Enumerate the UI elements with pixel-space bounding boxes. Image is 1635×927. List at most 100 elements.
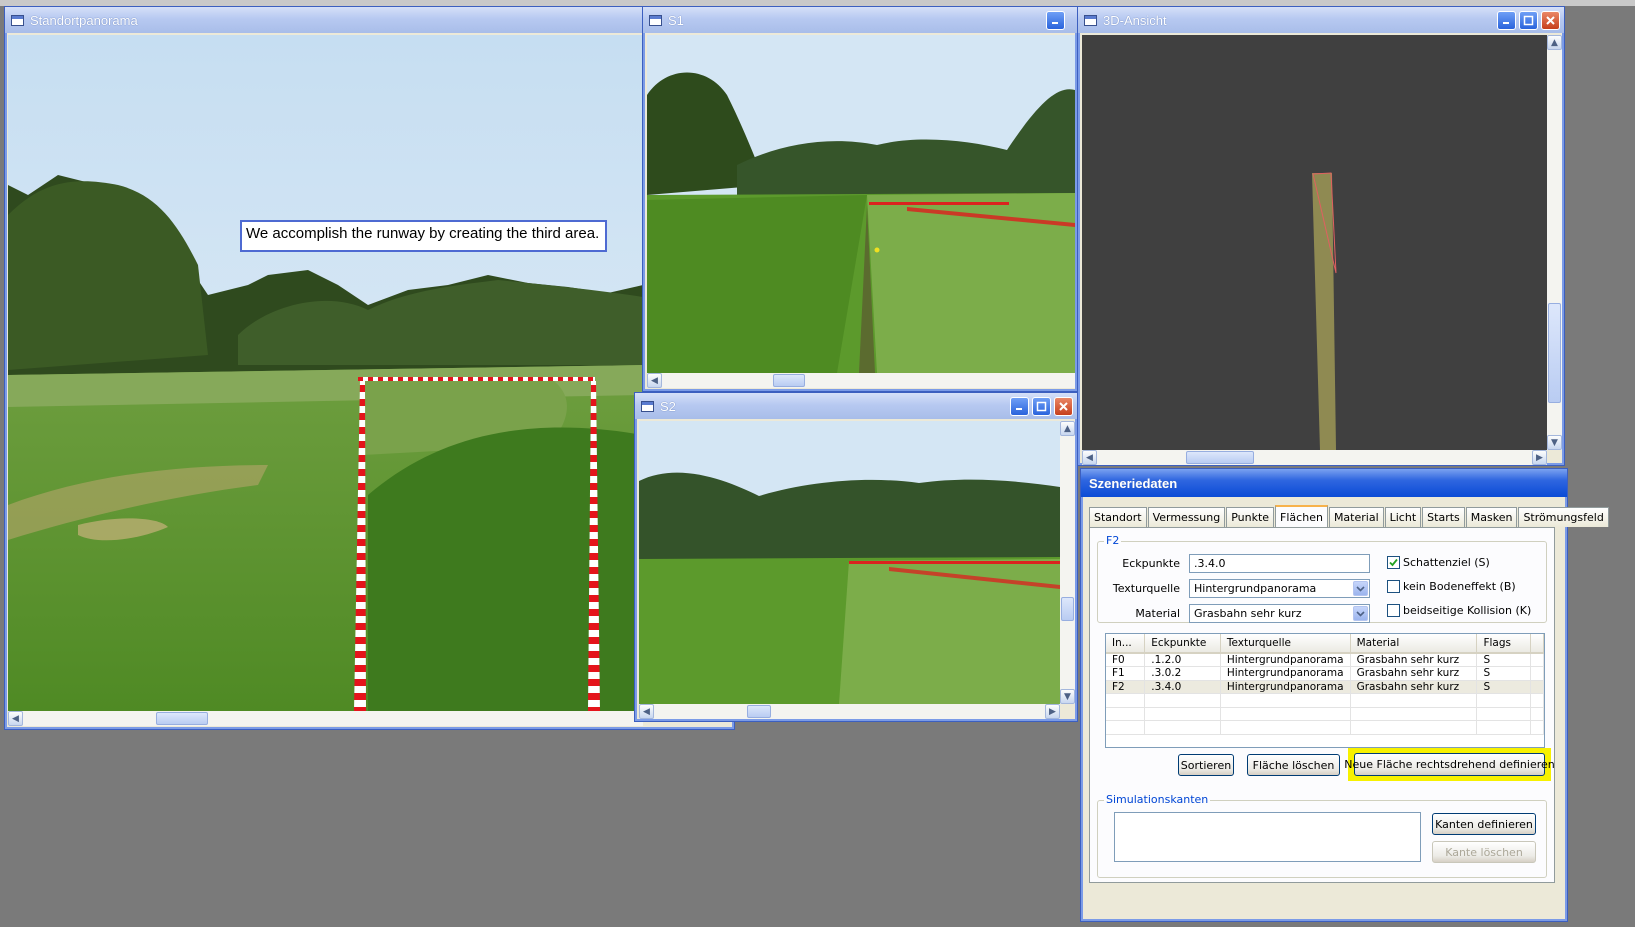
- s1-view[interactable]: [647, 35, 1075, 373]
- window-szeneriedaten: Szeneriedaten Standort Vermessung Punkte…: [1080, 468, 1609, 922]
- minimize-button[interactable]: [1046, 11, 1065, 30]
- horizontal-scrollbar[interactable]: ◀: [647, 373, 1075, 388]
- table-row-empty: [1106, 693, 1544, 708]
- table-cell: F1: [1106, 666, 1146, 681]
- window-title: 3D-Ansicht: [1103, 12, 1167, 28]
- table-cell: [1530, 666, 1544, 681]
- eckpunkte-input[interactable]: .3.4.0: [1189, 554, 1370, 573]
- checkbox-box[interactable]: [1387, 604, 1400, 617]
- tape-top: [358, 377, 595, 381]
- table-cell: F0: [1106, 653, 1146, 667]
- checkbox-kein-bodeneffekt[interactable]: kein Bodeneffekt (B): [1387, 580, 1516, 593]
- column-header[interactable]: Texturquelle: [1220, 634, 1351, 654]
- titlebar-standortpanorama[interactable]: Standortpanorama: [5, 7, 734, 33]
- tab-stroemungsfeld[interactable]: Strömungsfeld: [1518, 507, 1609, 527]
- table-cell: Grasbahn sehr kurz: [1350, 653, 1478, 667]
- titlebar-3d-ansicht[interactable]: 3D-Ansicht: [1078, 7, 1564, 33]
- minimize-button[interactable]: [1010, 397, 1029, 416]
- window-title: Standortpanorama: [30, 12, 138, 28]
- horizontal-scrollbar[interactable]: ◀ ▶: [1082, 450, 1547, 465]
- chevron-down-icon[interactable]: [1353, 581, 1368, 596]
- sortieren-button[interactable]: Sortieren: [1178, 754, 1234, 776]
- scroll-thumb[interactable]: [1061, 597, 1074, 621]
- titlebar-szeneriedaten[interactable]: Szeneriedaten: [1081, 469, 1567, 497]
- scroll-down-button[interactable]: ▼: [1060, 689, 1075, 704]
- tab-punkte[interactable]: Punkte: [1226, 507, 1275, 527]
- tab-material[interactable]: Material: [1328, 507, 1384, 527]
- flaechen-table[interactable]: In... Eckpunkte Texturquelle Material Fl…: [1105, 633, 1545, 748]
- flaeche-loeschen-button[interactable]: Fläche löschen: [1247, 754, 1340, 776]
- scroll-right-button[interactable]: ▶: [1045, 704, 1060, 719]
- texturquelle-select[interactable]: Hintergrundpanorama: [1189, 579, 1370, 598]
- checkbox-schattenziel[interactable]: Schattenziel (S): [1387, 556, 1490, 569]
- scroll-left-button[interactable]: ◀: [8, 711, 23, 726]
- horizontal-scrollbar[interactable]: ◀: [8, 711, 643, 726]
- maximize-button[interactable]: [1519, 11, 1538, 30]
- eckpunkte-label: Eckpunkte: [1122, 557, 1180, 570]
- scroll-thumb[interactable]: [156, 712, 208, 725]
- column-header[interactable]: Eckpunkte: [1144, 634, 1221, 654]
- window-icon: [1084, 14, 1097, 26]
- tab-vermessung[interactable]: Vermessung: [1147, 507, 1226, 527]
- neue-flaeche-button[interactable]: Neue Fläche rechtsdrehend definieren: [1344, 753, 1555, 776]
- column-header-filler: [1530, 634, 1544, 654]
- close-button[interactable]: [1054, 397, 1073, 416]
- scroll-down-button[interactable]: ▼: [1547, 435, 1562, 450]
- checkbox-box[interactable]: [1387, 556, 1400, 569]
- simulationskanten-list[interactable]: [1114, 812, 1421, 862]
- scroll-up-button[interactable]: ▲: [1547, 35, 1562, 50]
- close-button[interactable]: [1541, 11, 1560, 30]
- scroll-thumb[interactable]: [773, 374, 805, 387]
- runway-3d: [1312, 173, 1336, 450]
- kante-loeschen-button[interactable]: Kante löschen: [1432, 841, 1536, 863]
- table-row[interactable]: F0 .1.2.0 Hintergrundpanorama Grasbahn s…: [1106, 653, 1544, 667]
- tab-bar: Standort Vermessung Punkte Flächen Mater…: [1089, 505, 1610, 527]
- s1-image: [647, 35, 1075, 373]
- vertical-scrollbar[interactable]: ▲ ▼: [1547, 35, 1562, 450]
- tab-starts[interactable]: Starts: [1422, 507, 1465, 527]
- scroll-left-button[interactable]: ◀: [1082, 450, 1097, 465]
- checkbox-box[interactable]: [1387, 580, 1400, 593]
- vertical-scrollbar[interactable]: ▲ ▼: [1060, 421, 1075, 704]
- close-icon: [1059, 402, 1068, 411]
- s2-image: [639, 421, 1060, 704]
- material-select[interactable]: Grasbahn sehr kurz: [1189, 604, 1370, 623]
- scroll-left-button[interactable]: ◀: [647, 373, 662, 388]
- table-cell: S: [1476, 653, 1531, 667]
- column-header[interactable]: Flags: [1476, 634, 1531, 654]
- scroll-thumb[interactable]: [1186, 451, 1254, 464]
- horizontal-scrollbar[interactable]: ◀ ▶: [639, 704, 1060, 719]
- kanten-definieren-button[interactable]: Kanten definieren: [1432, 813, 1536, 835]
- window-standortpanorama: Standortpanorama We accomplish the runwa…: [4, 6, 735, 730]
- table-row-selected[interactable]: F2 .3.4.0 Hintergrundpanorama Grasbahn s…: [1106, 680, 1544, 694]
- table-row[interactable]: F1 .3.0.2 Hintergrundpanorama Grasbahn s…: [1106, 666, 1544, 681]
- scroll-up-button[interactable]: ▲: [1060, 421, 1075, 436]
- window-title: S2: [660, 398, 676, 414]
- tab-masken[interactable]: Masken: [1465, 507, 1518, 527]
- tab-licht[interactable]: Licht: [1384, 507, 1422, 527]
- 3d-view[interactable]: [1082, 35, 1547, 450]
- scroll-thumb[interactable]: [747, 705, 771, 718]
- scroll-right-button[interactable]: ▶: [1532, 450, 1547, 465]
- tab-standort[interactable]: Standort: [1089, 507, 1147, 527]
- scroll-left-button[interactable]: ◀: [639, 704, 654, 719]
- column-header[interactable]: In...: [1106, 634, 1146, 654]
- maximize-button[interactable]: [1032, 397, 1051, 416]
- titlebar-s2[interactable]: S2: [635, 393, 1077, 419]
- scroll-thumb[interactable]: [1548, 303, 1561, 403]
- table-cell: Hintergrundpanorama: [1220, 666, 1351, 681]
- window-icon: [649, 14, 662, 26]
- panorama-view[interactable]: We accomplish the runway by creating the…: [8, 35, 643, 711]
- s2-view[interactable]: [639, 421, 1060, 704]
- chevron-down-icon[interactable]: [1353, 606, 1368, 621]
- minimize-button[interactable]: [1497, 11, 1516, 30]
- tab-flaechen[interactable]: Flächen: [1275, 505, 1328, 527]
- close-icon: [1546, 16, 1555, 25]
- checkbox-label: Schattenziel (S): [1403, 556, 1490, 569]
- table-cell: .3.4.0: [1144, 680, 1221, 694]
- column-header[interactable]: Material: [1350, 634, 1478, 654]
- checkmark-icon: [1389, 558, 1398, 567]
- checkbox-beidseitige-kollision[interactable]: beidseitige Kollision (K): [1387, 604, 1531, 617]
- titlebar-s1[interactable]: S1: [643, 7, 1077, 33]
- 3d-scene: [1312, 172, 1337, 450]
